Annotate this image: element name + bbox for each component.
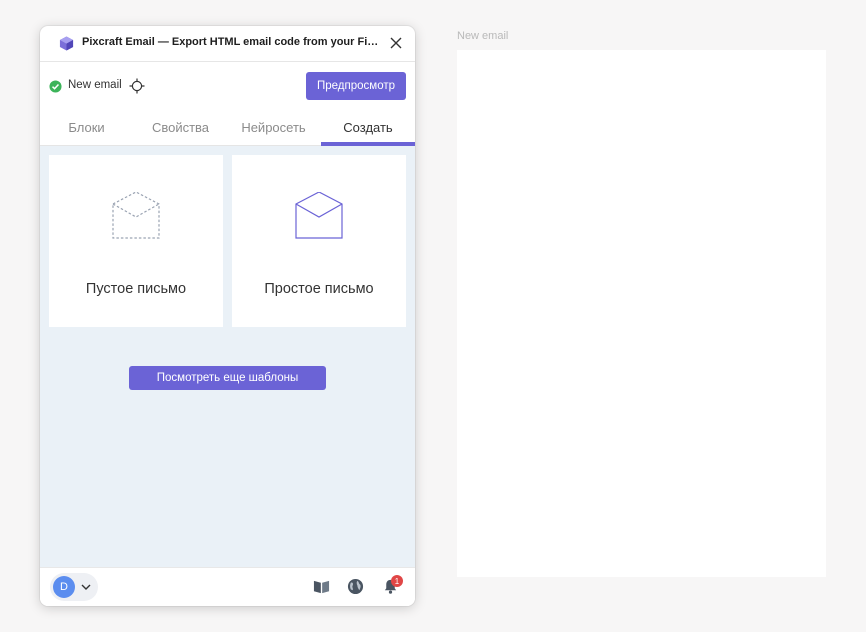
frame-label[interactable]: New email: [457, 30, 508, 42]
avatar: D: [53, 576, 75, 598]
plugin-title: Pixcraft Email — Export HTML email code …: [82, 36, 382, 48]
plugin-window: Pixcraft Email — Export HTML email code …: [40, 26, 415, 606]
close-icon[interactable]: [389, 36, 403, 50]
templates-panel: Пустое письмо Простое письмо Посмотреть …: [40, 146, 415, 567]
template-label: Пустое письмо: [85, 281, 187, 297]
template-label: Простое письмо: [264, 281, 374, 297]
email-frame[interactable]: [457, 50, 826, 577]
tab-ai[interactable]: Нейросеть: [227, 110, 320, 145]
crosshair-icon[interactable]: [129, 78, 145, 94]
tab-blocks[interactable]: Блоки: [40, 110, 133, 145]
tab-create[interactable]: Создать: [321, 110, 415, 146]
pixcraft-logo-icon: [59, 36, 74, 51]
template-card-simple[interactable]: Простое письмо: [232, 155, 406, 327]
plugin-toolbar: New email Предпросмотр: [40, 62, 415, 110]
empty-envelope-icon: [112, 192, 160, 239]
chevron-down-icon: [81, 584, 91, 590]
tab-properties[interactable]: Свойства: [134, 110, 227, 145]
plugin-titlebar: Pixcraft Email — Export HTML email code …: [40, 26, 415, 62]
preview-button[interactable]: Предпросмотр: [306, 72, 406, 100]
email-name: New email: [68, 79, 122, 91]
simple-envelope-icon: [295, 192, 343, 239]
tab-bar: Блоки Свойства Нейросеть Создать: [40, 110, 415, 146]
globe-icon[interactable]: [347, 578, 364, 595]
plugin-footer: D 1: [40, 567, 415, 606]
more-templates-button[interactable]: Посмотреть еще шаблоны: [129, 366, 326, 390]
template-card-empty[interactable]: Пустое письмо: [49, 155, 223, 327]
user-menu[interactable]: D: [50, 573, 98, 601]
check-circle-icon: [49, 80, 62, 93]
book-icon[interactable]: [313, 578, 330, 595]
notification-badge: 1: [391, 575, 403, 587]
